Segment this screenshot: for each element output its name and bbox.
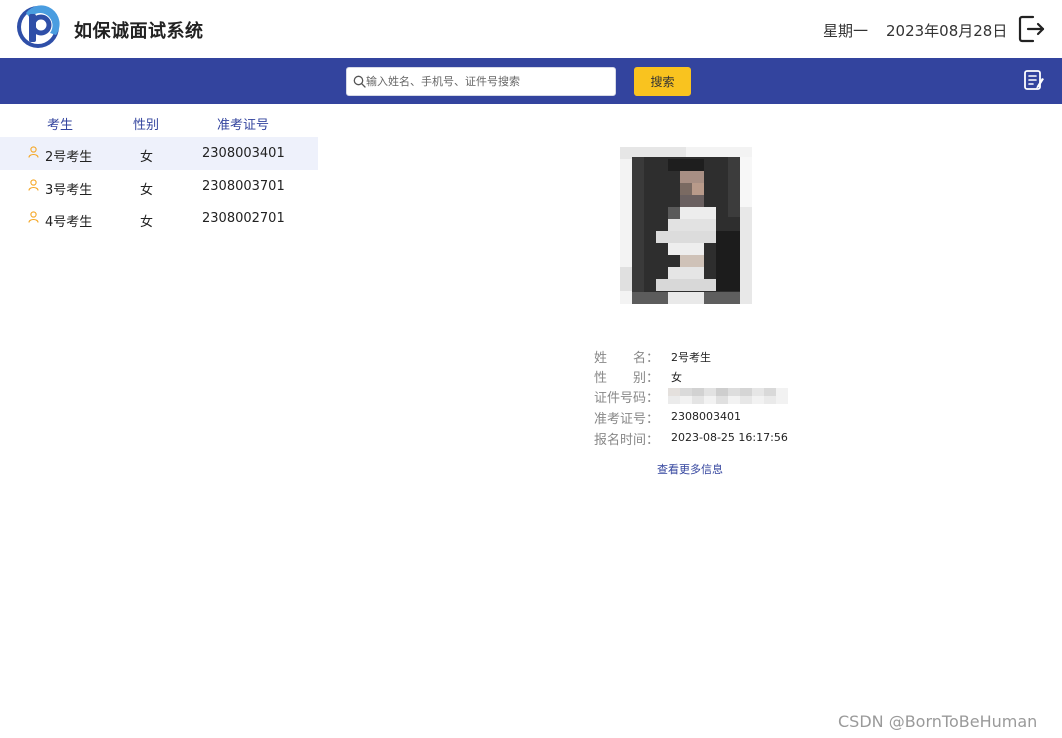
detail-ticket-label: 准考证号：	[594, 412, 660, 427]
detail-ticket-value: 2308003401	[671, 410, 741, 423]
logout-icon[interactable]	[1017, 14, 1047, 44]
search-icon	[353, 75, 366, 88]
candidate-ticket: 2308002701	[202, 211, 285, 226]
column-header-candidate: 考生	[47, 118, 74, 133]
watermark: CSDN @BornToBeHuman	[838, 712, 1038, 731]
user-icon	[28, 146, 39, 158]
table-row[interactable]: 4号考生 女 2308002701	[0, 202, 318, 235]
detail-name-label: 姓 名：	[594, 351, 660, 366]
detail-gender-label: 性 别：	[594, 371, 660, 386]
app-logo-icon	[17, 5, 60, 48]
redacted-id-number	[668, 388, 788, 404]
candidate-name: 4号考生	[45, 215, 93, 230]
detail-gender-row: 性 别： 女	[594, 367, 854, 387]
search-button[interactable]: 搜索	[634, 67, 691, 96]
candidate-ticket: 2308003701	[202, 179, 285, 194]
candidate-gender: 女	[140, 183, 154, 198]
nav-bar: 搜索	[0, 58, 1062, 104]
search-input[interactable]	[366, 68, 612, 95]
detail-time-value: 2023-08-25 16:17:56	[671, 431, 788, 444]
weekday-label: 星期一	[823, 22, 869, 40]
column-header-ticket: 准考证号	[217, 118, 270, 133]
detail-id-label: 证件号码：	[594, 391, 660, 406]
table-row[interactable]: 2号考生 女 2308003401	[0, 137, 318, 170]
top-header: 如保诚面试系统 星期一 2023年08月28日	[0, 0, 1062, 58]
user-icon	[28, 179, 39, 191]
date-label: 2023年08月28日	[886, 22, 1008, 40]
detail-id-row: 证件号码：	[594, 387, 854, 407]
candidate-name: 3号考生	[45, 183, 93, 198]
table-row[interactable]: 3号考生 女 2308003701	[0, 170, 318, 203]
user-icon	[28, 211, 39, 223]
detail-gender-value: 女	[671, 371, 682, 384]
view-more-link[interactable]: 查看更多信息	[657, 461, 723, 477]
detail-name-row: 姓 名： 2号考生	[594, 347, 854, 367]
candidate-table-header: 考生 性别 准考证号	[0, 104, 320, 138]
column-header-gender: 性别	[133, 118, 160, 133]
search-box	[346, 67, 616, 96]
detail-name-value: 2号考生	[671, 351, 711, 364]
candidate-gender: 女	[140, 215, 154, 230]
candidate-name: 2号考生	[45, 150, 93, 165]
candidate-ticket: 2308003401	[202, 146, 285, 161]
detail-ticket-row: 准考证号： 2308003401	[594, 408, 854, 428]
notes-icon[interactable]	[1023, 69, 1045, 91]
detail-time-row: 报名时间： 2023-08-25 16:17:56	[594, 429, 854, 449]
detail-time-label: 报名时间：	[594, 433, 660, 448]
app-title: 如保诚面试系统	[74, 21, 204, 42]
candidate-gender: 女	[140, 150, 154, 165]
candidate-photo	[620, 147, 752, 304]
